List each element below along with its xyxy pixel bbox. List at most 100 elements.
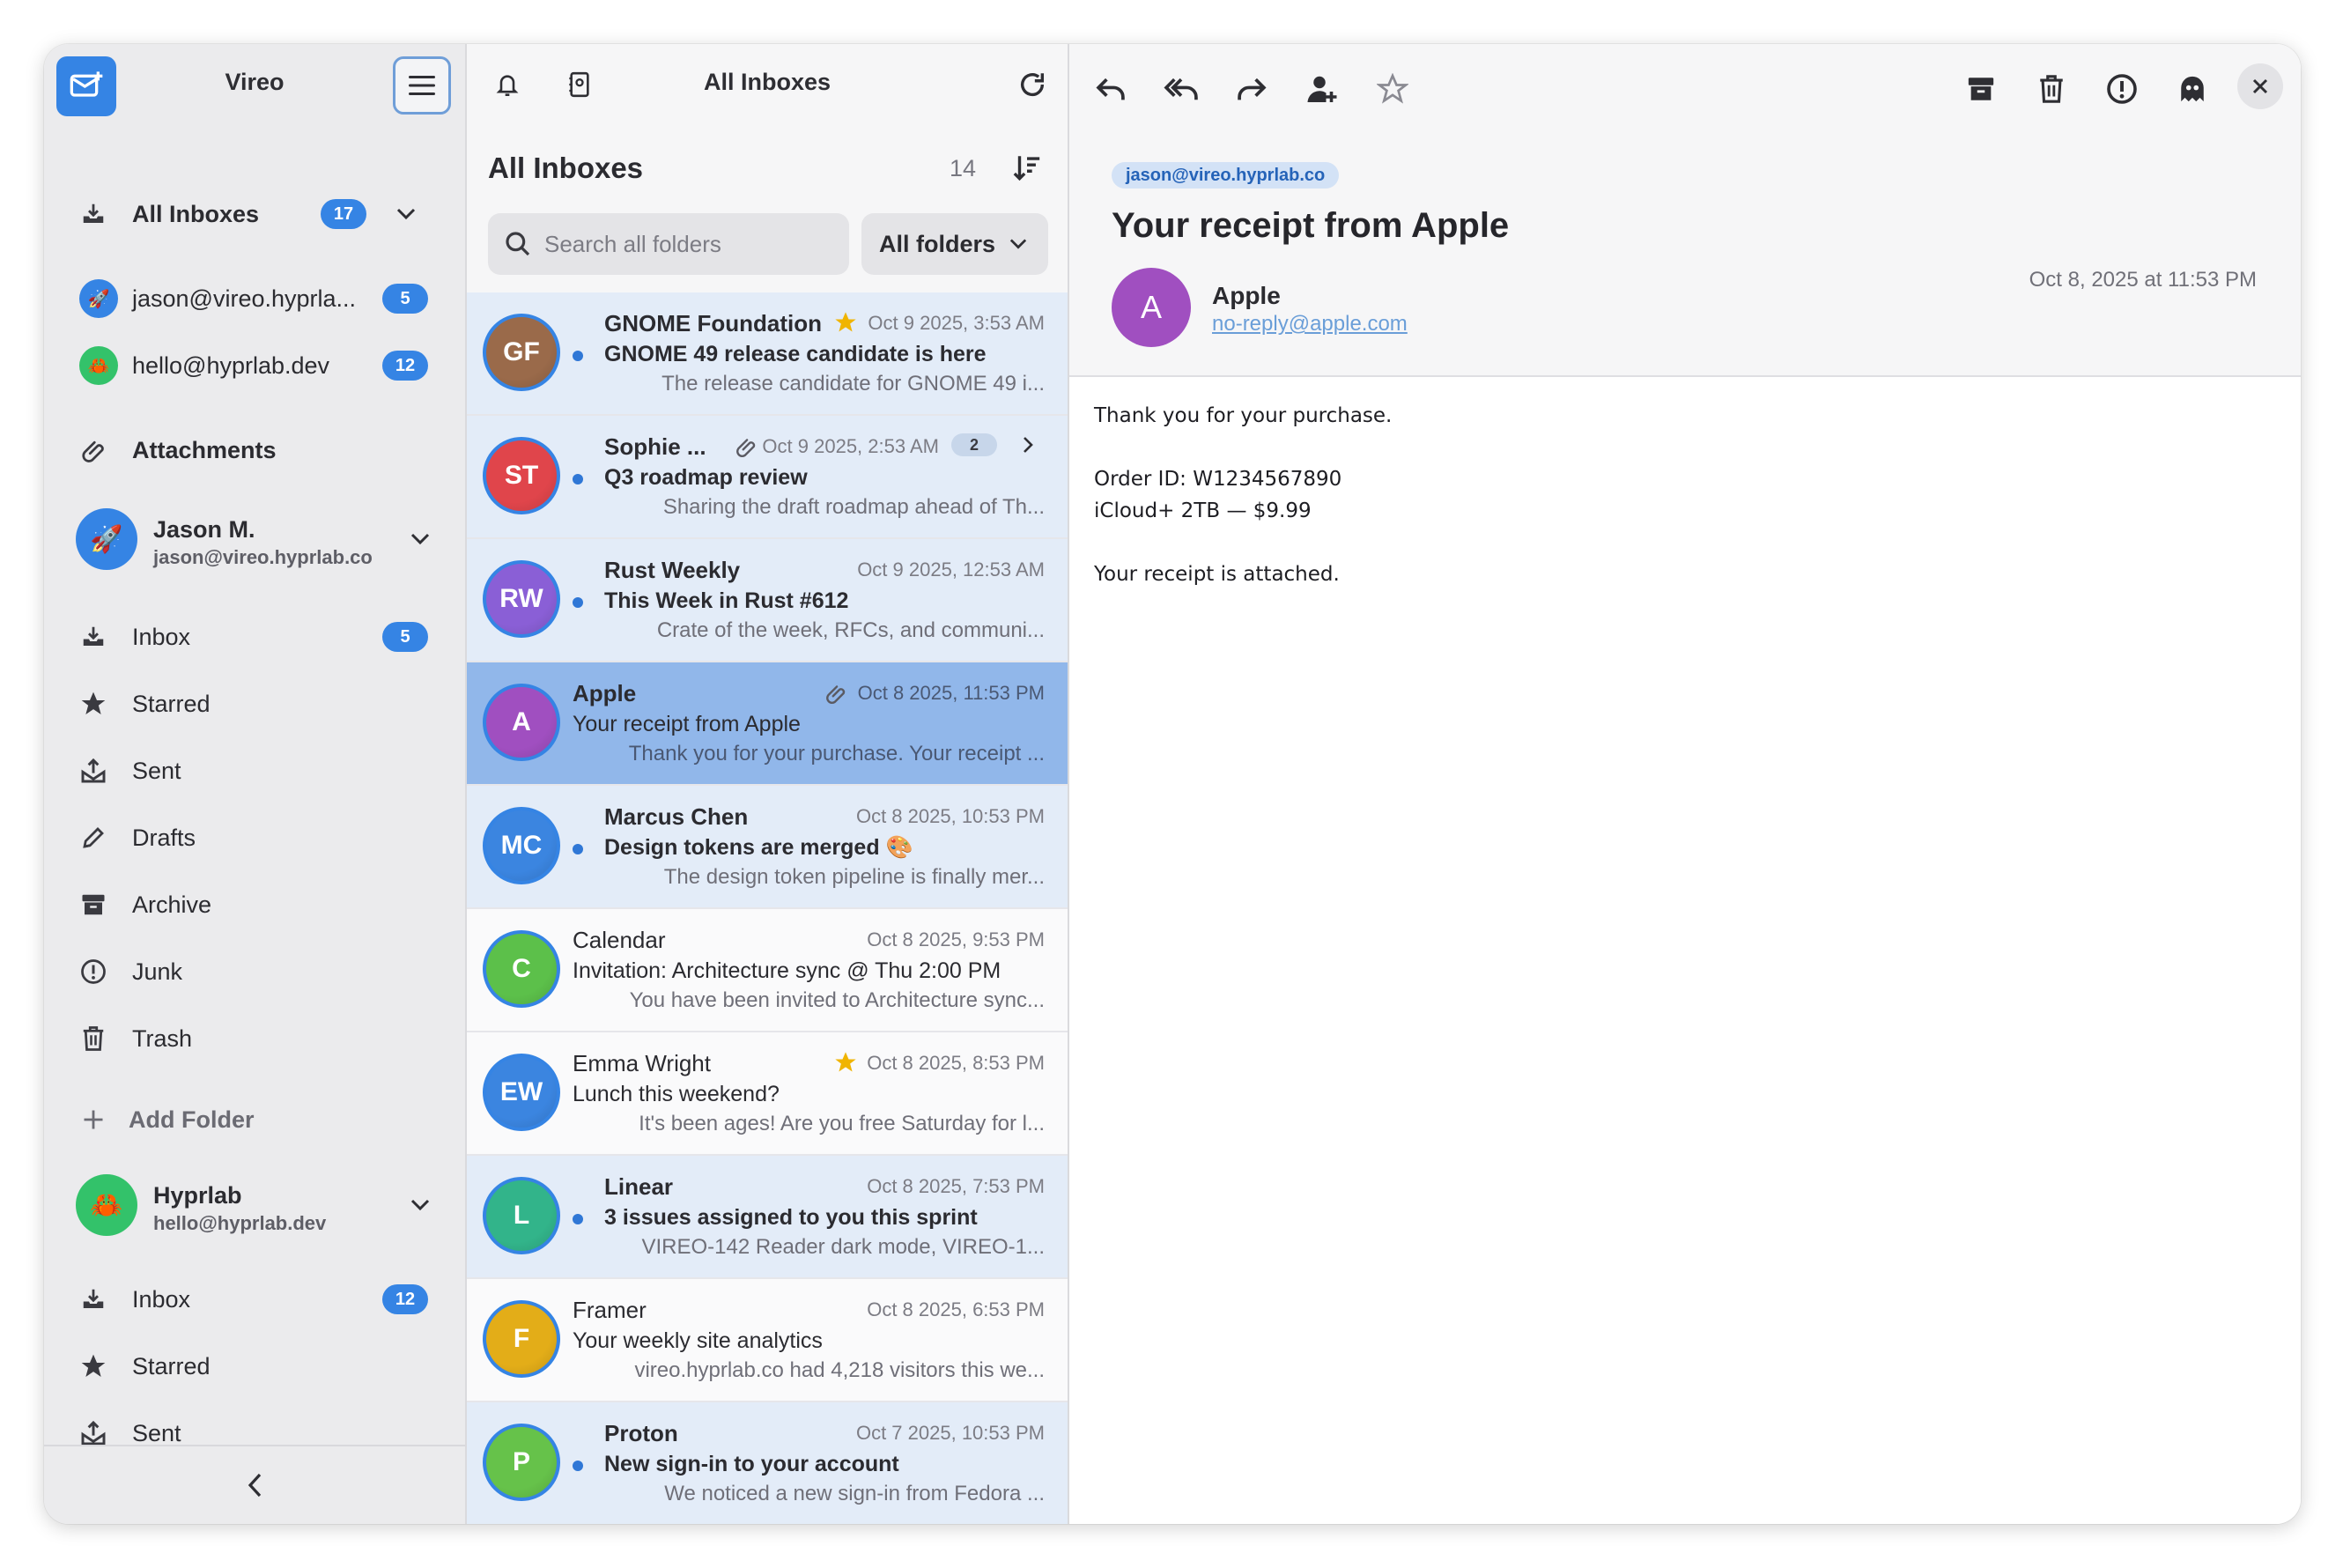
message-date: Oct 8 2025, 10:53 PM	[855, 805, 1045, 827]
sidebar-item-archive[interactable]: Archive	[44, 876, 465, 934]
sender-avatar: F	[483, 1300, 560, 1378]
junk-icon	[78, 956, 109, 987]
message-subject: Lunch this weekend?	[573, 1082, 780, 1106]
account-avatar: 🚀	[76, 508, 137, 570]
message-preview: It's been ages! Are you free Saturday fo…	[639, 1112, 1045, 1135]
sidebar-footer	[44, 1445, 465, 1524]
message-preview: The release candidate for GNOME 49 i...	[662, 372, 1045, 396]
sender-avatar: GF	[483, 314, 560, 391]
account-avatar: 🦀	[79, 346, 118, 385]
sidebar-item-label: Attachments	[132, 436, 277, 463]
message-list-item[interactable]: A Apple Your receipt from Apple Thank you f…	[467, 662, 1068, 786]
sidebar-item-starred[interactable]: Starred	[44, 675, 465, 733]
sender-avatar: EW	[483, 1054, 560, 1131]
unread-count-badge: 12	[382, 1284, 428, 1314]
sidebar-item-inbox[interactable]: Inbox 5	[44, 608, 465, 666]
reader-header: jason@vireo.hyprlab.co Your receipt from…	[1069, 44, 2301, 377]
sidebar-item-label: Inbox	[132, 623, 191, 650]
thread-count-badge: 2	[951, 433, 997, 456]
forward-icon[interactable]	[1233, 70, 1270, 107]
sidebar-item-all-inboxes[interactable]: All Inboxes 17	[44, 185, 465, 243]
chevron-down-icon[interactable]	[393, 201, 419, 227]
paperclip-icon	[735, 435, 758, 462]
unread-dot	[573, 1461, 583, 1471]
sidebar-account-quick-2[interactable]: 🦀 hello@hyprlab.dev 12	[44, 337, 465, 395]
star-icon	[78, 1350, 109, 1382]
message-sender: GNOME Foundation	[604, 310, 822, 337]
body-line: Thank you for your purchase.	[1094, 404, 1393, 427]
close-button[interactable]	[2237, 63, 2283, 109]
reply-all-icon[interactable]	[1163, 70, 1200, 107]
message-date: Oct 9 2025, 12:53 AM	[857, 558, 1045, 581]
sidebar-item-label: Sent	[132, 757, 181, 784]
message-sender: Rust Weekly	[604, 557, 741, 583]
chevron-right-icon[interactable]	[1022, 435, 1034, 459]
search-placeholder: Search all folders	[544, 230, 721, 257]
sidebar-account-quick-1[interactable]: 🚀 jason@vireo.hyprla... 5	[44, 270, 465, 328]
message-preview: Thank you for your purchase. Your receip…	[628, 742, 1045, 766]
sender-email-link[interactable]: no-reply@apple.com	[1212, 312, 1408, 337]
message-date: Oct 8 2025, 11:53 PM	[857, 682, 1045, 704]
unread-dot	[573, 844, 583, 854]
message-date: Oct 9 2025, 3:53 AM	[868, 312, 1045, 334]
sidebar-item-attachments[interactable]: Attachments	[44, 421, 465, 479]
message-subject: 3 issues assigned to you this sprint	[604, 1205, 978, 1230]
trash-icon[interactable]	[2033, 70, 2070, 107]
account-header-hyprlab[interactable]: 🦀 Hyprlab hello@hyprlab.dev	[44, 1163, 465, 1247]
message-list-item[interactable]: GF GNOME Foundation GNOME 49 release candi…	[467, 292, 1068, 416]
sender-avatar: MC	[483, 807, 560, 884]
refresh-icon[interactable]	[1015, 67, 1050, 102]
junk-icon[interactable]	[2103, 70, 2140, 107]
add-folder-button[interactable]: Add Folder	[44, 1091, 465, 1149]
sort-icon[interactable]	[1009, 150, 1045, 185]
account-email: hello@hyprlab.dev	[153, 1212, 327, 1234]
unread-dot	[573, 597, 583, 608]
list-toolbar: All Inboxes	[467, 44, 1068, 129]
star-outline-icon[interactable]	[1374, 70, 1411, 107]
add-contact-icon[interactable]	[1304, 70, 1341, 107]
message-list-item[interactable]: EW Emma Wright Lunch this weekend? It's bee…	[467, 1032, 1068, 1156]
sidebar-item-label: Inbox	[132, 1285, 191, 1313]
collapse-sidebar-button[interactable]	[237, 1468, 272, 1503]
message-list-item[interactable]: MC Marcus Chen Design tokens are merged 🎨 T…	[467, 786, 1068, 909]
sender-name: Apple	[1212, 282, 1281, 309]
chevron-left-icon	[248, 1473, 262, 1498]
message-list-item[interactable]: P Proton New sign-in to your account We not…	[467, 1402, 1068, 1524]
search-input[interactable]: Search all folders	[488, 213, 849, 275]
close-icon	[2252, 78, 2268, 94]
reply-icon[interactable]	[1092, 70, 1129, 107]
body-line: Your receipt is attached.	[1094, 563, 1340, 586]
paperclip-icon	[824, 682, 847, 709]
chevron-down-icon[interactable]	[407, 1192, 433, 1218]
chevron-down-icon[interactable]	[407, 526, 433, 552]
archive-icon[interactable]	[1962, 70, 1999, 107]
message-list-item[interactable]: RW Rust Weekly This Week in Rust #612 Crate…	[467, 539, 1068, 662]
star-filled-icon[interactable]	[833, 1050, 858, 1079]
sidebar-item-trash[interactable]: Trash	[44, 1010, 465, 1068]
chevron-down-icon	[1009, 239, 1027, 249]
sidebar-item-drafts[interactable]: Drafts	[44, 809, 465, 867]
sidebar-item-label: Junk	[132, 958, 183, 985]
inbox-icon	[78, 198, 109, 230]
sender-avatar: P	[483, 1424, 560, 1501]
message-list-item[interactable]: C Calendar Invitation: Architecture sync @…	[467, 909, 1068, 1032]
star-filled-icon[interactable]	[833, 310, 858, 339]
sidebar-item-label: All Inboxes	[132, 200, 260, 227]
unread-dot	[573, 474, 583, 484]
sender-avatar: ST	[483, 437, 560, 514]
message-list-item[interactable]: ST Sophie ... Q3 roadmap review Sharing the…	[467, 416, 1068, 539]
folder-filter-dropdown[interactable]: All folders	[861, 213, 1048, 275]
ghost-icon[interactable]	[2174, 70, 2211, 107]
sidebar-item-inbox[interactable]: Inbox 12	[44, 1270, 465, 1328]
message-list-item[interactable]: F Framer Your weekly site analytics vireo.h…	[467, 1279, 1068, 1402]
sidebar-item-junk[interactable]: Junk	[44, 943, 465, 1001]
sidebar-item-sent[interactable]: Sent	[44, 742, 465, 800]
sidebar-item-starred[interactable]: Starred	[44, 1337, 465, 1395]
hamburger-menu-button[interactable]	[393, 56, 451, 115]
message-sender: Emma Wright	[573, 1050, 711, 1076]
message-preview: We noticed a new sign-in from Fedora ...	[664, 1482, 1045, 1505]
account-header-jason[interactable]: 🚀 Jason M. jason@vireo.hyprlab.co	[44, 497, 465, 581]
body-line: Order ID: W1234567890	[1094, 468, 1342, 491]
message-sender: Calendar	[573, 927, 666, 953]
message-list-item[interactable]: L Linear 3 issues assigned to you this spr…	[467, 1156, 1068, 1279]
